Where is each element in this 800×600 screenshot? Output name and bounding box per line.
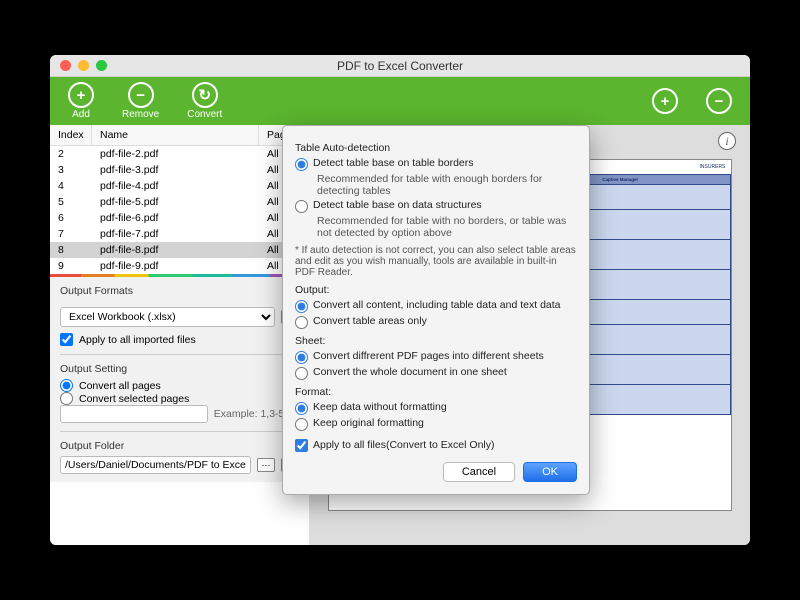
window-title: PDF to Excel Converter [50, 59, 750, 73]
app-window: PDF to Excel Converter + Add − Remove ↻ … [50, 55, 750, 545]
output-folder-input[interactable] [60, 456, 251, 474]
add-button[interactable]: + Add [68, 82, 94, 120]
minimize-window-icon[interactable] [78, 60, 89, 71]
refresh-circle-icon: ↻ [192, 82, 218, 108]
convert-all-pages-radio[interactable]: Convert all pages [60, 379, 299, 392]
file-table: Index Name Page 2pdf-file-2.pdfAll3pdf-f… [50, 125, 309, 274]
ok-button[interactable]: OK [523, 462, 577, 482]
left-panel: Index Name Page 2pdf-file-2.pdfAll3pdf-f… [50, 125, 310, 545]
pages-input[interactable] [60, 405, 208, 423]
sheet-one-radio[interactable]: Convert the whole document in one sheet [295, 366, 577, 380]
info-icon[interactable]: i [718, 132, 736, 150]
titlebar: PDF to Excel Converter [50, 55, 750, 77]
output-formats-label: Output Formats [60, 285, 299, 297]
output-all-radio[interactable]: Convert all content, including table dat… [295, 299, 577, 313]
detect-structure-desc1: Recommended for table with no borders, o… [317, 215, 577, 227]
format-keep-radio[interactable]: Keep data without formatting [295, 401, 577, 415]
zoom-window-icon[interactable] [96, 60, 107, 71]
detect-structure-desc2: not detected by option above [317, 227, 577, 239]
remove-button[interactable]: − Remove [122, 82, 159, 120]
convert-label: Convert [187, 109, 222, 120]
table-row[interactable]: 7pdf-file-7.pdfAll [50, 226, 309, 242]
apply-excel-checkbox[interactable]: Apply to all files(Convert to Excel Only… [295, 439, 577, 452]
apply-all-checkbox[interactable]: Apply to all imported files [60, 333, 299, 346]
table-row[interactable]: 6pdf-file-6.pdfAll [50, 210, 309, 226]
format-select[interactable]: Excel Workbook (.xlsx) [60, 307, 275, 327]
output-folder-label: Output Folder [60, 440, 299, 452]
sheet-diff-radio[interactable]: Convert diffrerent PDF pages into differ… [295, 350, 577, 364]
detect-structure-radio[interactable]: Detect table base on data structures [295, 199, 577, 213]
table-auto-label: Table Auto-detection [295, 142, 577, 154]
plus-circle-icon: + [68, 82, 94, 108]
plus-right-icon[interactable]: + [652, 88, 678, 114]
convert-selected-pages-radio[interactable]: Convert selected pages [60, 392, 299, 405]
remove-label: Remove [122, 109, 159, 120]
detect-borders-desc: Recommended for table with enough border… [317, 173, 577, 197]
table-row[interactable]: 4pdf-file-4.pdfAll [50, 178, 309, 194]
detect-borders-radio[interactable]: Detect table base on table borders [295, 157, 577, 171]
column-index[interactable]: Index [50, 125, 92, 145]
format-label-dialog: Format: [295, 386, 577, 398]
auto-detection-note: * If auto detection is not correct, you … [295, 245, 577, 278]
table-row[interactable]: 2pdf-file-2.pdfAll [50, 146, 309, 162]
browse-icon[interactable]: ⋯ [257, 458, 275, 472]
table-row[interactable]: 8pdf-file-8.pdfAll [50, 242, 309, 258]
format-orig-radio[interactable]: Keep original formatting [295, 417, 577, 431]
output-label: Output: [295, 284, 577, 296]
options-dialog: Table Auto-detection Detect table base o… [282, 125, 590, 495]
table-row[interactable]: 3pdf-file-3.pdfAll [50, 162, 309, 178]
toolbar: + Add − Remove ↻ Convert + − [50, 77, 750, 125]
output-tables-radio[interactable]: Convert table areas only [295, 315, 577, 329]
add-label: Add [72, 109, 90, 120]
convert-button[interactable]: ↻ Convert [187, 82, 222, 120]
column-name[interactable]: Name [92, 125, 259, 145]
sheet-label: Sheet: [295, 335, 577, 347]
minus-right-icon[interactable]: − [706, 88, 732, 114]
close-window-icon[interactable] [60, 60, 71, 71]
output-setting-label: Output Setting [60, 363, 299, 375]
minus-circle-icon: − [128, 82, 154, 108]
cancel-button[interactable]: Cancel [443, 462, 515, 482]
table-row[interactable]: 5pdf-file-5.pdfAll [50, 194, 309, 210]
table-row[interactable]: 9pdf-file-9.pdfAll [50, 258, 309, 274]
